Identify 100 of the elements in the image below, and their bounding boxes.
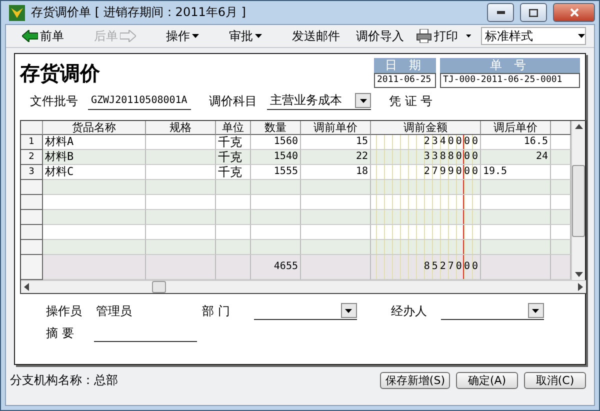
table-cell (251, 240, 301, 255)
table-cell: 1540 (251, 150, 301, 165)
table-cell: 材料C (43, 165, 146, 180)
maximize-button[interactable] (520, 3, 547, 22)
minimize-button[interactable] (487, 3, 514, 22)
table-cell: 材料A (43, 135, 146, 150)
table-cell: 18 (301, 165, 371, 180)
column-header: 调前单价 (301, 121, 371, 135)
total-cell (481, 255, 551, 280)
field-label: 摘 要 (46, 324, 74, 342)
table-cell (481, 210, 551, 225)
table-cell (551, 225, 571, 240)
total-cell (216, 255, 251, 280)
scroll-right-icon[interactable] (578, 283, 583, 291)
table-cell: 材料B (43, 150, 146, 165)
table-cell (146, 195, 216, 210)
handler-select[interactable] (440, 302, 544, 320)
table-cell (551, 210, 571, 225)
table-cell (551, 150, 571, 165)
caret-icon (578, 34, 585, 38)
app-logo-icon (9, 4, 25, 20)
table-cell (301, 195, 371, 210)
dialog-button[interactable]: 保存新增(S) (380, 372, 450, 388)
column-header: 单位 (216, 121, 251, 135)
toolbar-button[interactable]: 审批 (225, 28, 266, 44)
style-select[interactable]: 标准样式 (481, 27, 586, 45)
toolbar-button[interactable]: 调价导入 (352, 28, 408, 44)
scroll-down-icon[interactable] (574, 272, 582, 277)
toolbar-button[interactable]: 发送邮件 (288, 28, 344, 44)
table-cell: 千克 (216, 135, 251, 150)
row-number (21, 180, 43, 195)
toolbar-button[interactable]: 操作 (162, 28, 203, 44)
field-label: 部 门 (202, 302, 230, 320)
dialog-button[interactable]: 取消(C) (524, 372, 586, 388)
table-cell (146, 165, 216, 180)
column-header: 数量 (251, 121, 301, 135)
field-label: 凭 证 号 (389, 92, 433, 110)
close-button[interactable] (553, 3, 595, 22)
table-cell (301, 240, 371, 255)
caret-icon (192, 34, 199, 38)
table-cell (481, 225, 551, 240)
dropdown-button[interactable] (340, 303, 357, 318)
toolbar-button[interactable]: 打印 (412, 28, 462, 44)
table-cell (301, 210, 371, 225)
table-cell: 22 (301, 150, 371, 165)
table-cell (251, 210, 301, 225)
table-cell: 1560 (251, 135, 301, 150)
row-number: 1 (21, 135, 43, 150)
batch-field[interactable]: GZWJ20110508001A (88, 92, 191, 110)
table-cell (481, 195, 551, 210)
table-cell: 16.5 (481, 135, 551, 150)
vertical-scrollbar[interactable] (571, 121, 585, 280)
field-label: 操作员 (46, 302, 82, 320)
dialog-button[interactable]: 确定(A) (456, 372, 518, 388)
number-field[interactable]: TJ-000-2011-06-25-0001 (440, 73, 580, 88)
left-arrow-icon (22, 30, 38, 42)
cell-editor[interactable]: 19.5 (481, 165, 551, 180)
row-number: 2 (21, 150, 43, 165)
total-cell (146, 255, 216, 280)
document-title: 存货调价 (20, 60, 101, 87)
scroll-thumb[interactable] (572, 164, 585, 236)
header-cell (551, 121, 571, 135)
maximize-icon (529, 8, 538, 16)
row-number (21, 195, 43, 210)
toolbar-button[interactable]: 前单 (18, 28, 68, 44)
table-cell (551, 180, 571, 195)
table-cell: 15 (301, 135, 371, 150)
caret-icon (466, 34, 472, 38)
number-header: 单 号 (440, 58, 580, 73)
date-field[interactable]: 2011-06-25 (374, 73, 436, 88)
scroll-left-icon[interactable] (24, 283, 29, 291)
window-title: 存货调价单 [ 进销存期间：2011年6月 ] (31, 4, 247, 21)
table-cell (216, 195, 251, 210)
table-cell (551, 135, 571, 150)
table-cell: 1555 (251, 165, 301, 180)
department-select[interactable] (254, 302, 357, 320)
subject-select[interactable]: 主营业务成本 (267, 92, 371, 110)
table-cell (251, 180, 301, 195)
caret-icon (532, 308, 540, 312)
dropdown-button[interactable] (355, 93, 371, 108)
close-icon (570, 8, 578, 17)
row-number: 3 (21, 165, 43, 180)
scroll-up-icon[interactable] (574, 124, 582, 129)
minimize-icon (496, 11, 504, 14)
horizontal-scrollbar[interactable] (21, 280, 586, 293)
scroll-thumb[interactable] (152, 281, 166, 293)
operator-value: 管理员 (96, 302, 132, 320)
table-cell (301, 225, 371, 240)
dropdown-button[interactable] (528, 303, 544, 318)
table-cell (146, 150, 216, 165)
column-header: 调前金额 (371, 121, 481, 135)
date-header: 日 期 (374, 58, 436, 73)
caret-icon (360, 98, 366, 102)
table-cell (146, 210, 216, 225)
table-cell (551, 240, 571, 255)
total-cell (551, 255, 571, 280)
printer-icon (416, 29, 432, 43)
column-header: 调后单价 (481, 121, 551, 135)
right-arrow-icon (120, 30, 136, 42)
table-cell (146, 180, 216, 195)
